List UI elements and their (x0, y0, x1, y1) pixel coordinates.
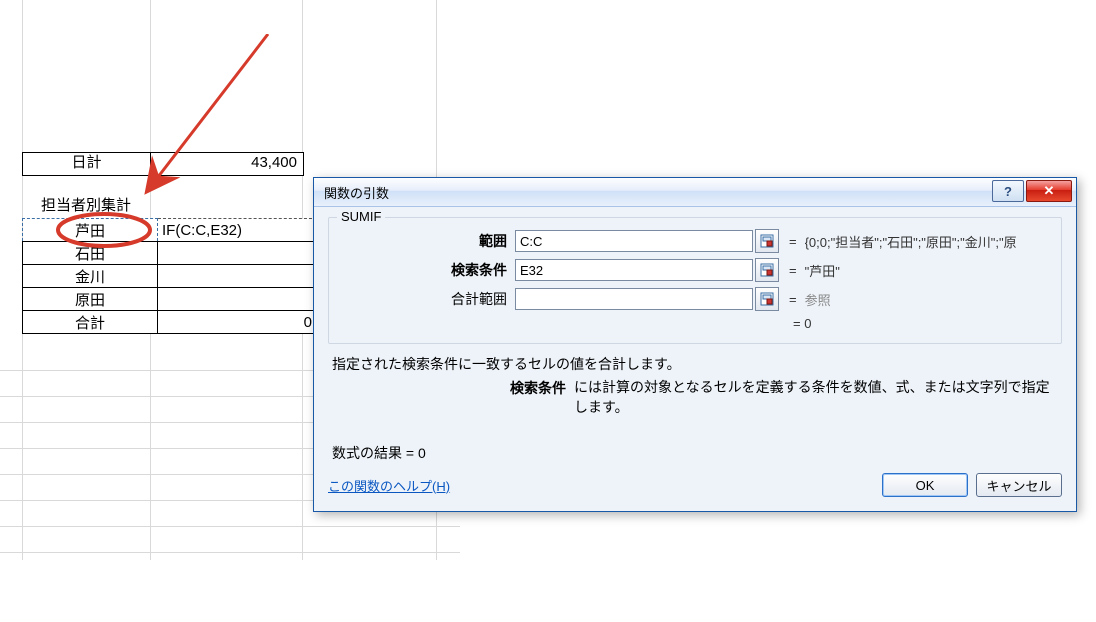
cell-name[interactable]: 合計 (23, 311, 158, 334)
table-row[interactable]: 芦田 IF(C:C,E32) (23, 219, 317, 242)
range-select-icon[interactable] (755, 287, 779, 311)
close-button[interactable]: ✕ (1026, 180, 1072, 202)
arg-desc-text: には計算の対象となるセルを定義する条件を数値、式、または文字列で指定します。 (574, 378, 1062, 417)
prev-total-label: 日計 (23, 153, 151, 175)
argument-description: 検索条件 には計算の対象となるセルを定義する条件を数値、式、または文字列で指定し… (332, 378, 1062, 417)
arg-input-criteria[interactable] (515, 259, 753, 281)
cell-value[interactable] (158, 242, 317, 265)
cell-value[interactable] (158, 288, 317, 311)
range-select-icon[interactable] (755, 258, 779, 282)
cell-name-ashida[interactable]: 芦田 (23, 219, 158, 242)
function-name-label: SUMIF (337, 209, 385, 224)
table-row[interactable]: 石田 (23, 242, 317, 265)
arg-desc-label: 検索条件 (332, 378, 574, 417)
arg-label: 合計範囲 (341, 289, 515, 309)
overall-result: = 0 (341, 316, 1049, 331)
dialog-titlebar[interactable]: 関数の引数 ? ✕ (314, 178, 1076, 207)
cell-name[interactable]: 原田 (23, 288, 158, 311)
cell-value[interactable] (158, 265, 317, 288)
arg-label: 検索条件 (341, 260, 515, 280)
cell-name[interactable]: 金川 (23, 265, 158, 288)
arg-result: {0;0;"担当者";"石田";"原田";"金川";"原 (805, 232, 1049, 251)
table-row[interactable]: 合計 0 (23, 311, 317, 334)
help-link[interactable]: この関数のヘルプ(H) (328, 476, 450, 495)
formula-result: 数式の結果 = 0 (332, 443, 1062, 463)
cell-formula-active[interactable]: IF(C:C,E32) (158, 219, 317, 242)
dialog-title: 関数の引数 (324, 183, 389, 202)
arg-row-range: 範囲 = {0;0;"担当者";"石田";"原田";"金川";"原 (341, 229, 1049, 253)
arg-label: 範囲 (341, 231, 515, 251)
prev-total-value: 43,400 (151, 153, 303, 175)
cancel-button[interactable]: キャンセル (976, 473, 1062, 497)
arg-input-sumrange[interactable] (515, 288, 753, 310)
prev-table-total-row: 日計 43,400 (22, 152, 304, 176)
ok-button[interactable]: OK (882, 473, 968, 497)
arg-result: 参照 (805, 290, 1049, 309)
function-frame: SUMIF 範囲 = {0;0;"担当者";"石田";"原田";"金川";"原 … (328, 217, 1062, 344)
cell-name[interactable]: 石田 (23, 242, 158, 265)
range-select-icon[interactable] (755, 229, 779, 253)
function-description: 指定された検索条件に一致するセルの値を合計します。 (332, 354, 1062, 374)
arg-row-criteria: 検索条件 = "芦田" (341, 258, 1049, 282)
cell-value[interactable]: 0 (158, 311, 317, 334)
function-arguments-dialog: 関数の引数 ? ✕ SUMIF 範囲 = {0;0;"担当者";"石田";"原田… (313, 177, 1077, 512)
help-button[interactable]: ? (992, 180, 1024, 202)
summary-table: 芦田 IF(C:C,E32) 石田 金川 原田 合計 0 (22, 218, 317, 334)
arg-row-sumrange: 合計範囲 = 参照 (341, 287, 1049, 311)
table-row[interactable]: 原田 (23, 288, 317, 311)
table-row[interactable]: 金川 (23, 265, 317, 288)
arg-result: "芦田" (805, 261, 1049, 280)
table-header: 担当者別集計 (22, 194, 150, 218)
arg-input-range[interactable] (515, 230, 753, 252)
